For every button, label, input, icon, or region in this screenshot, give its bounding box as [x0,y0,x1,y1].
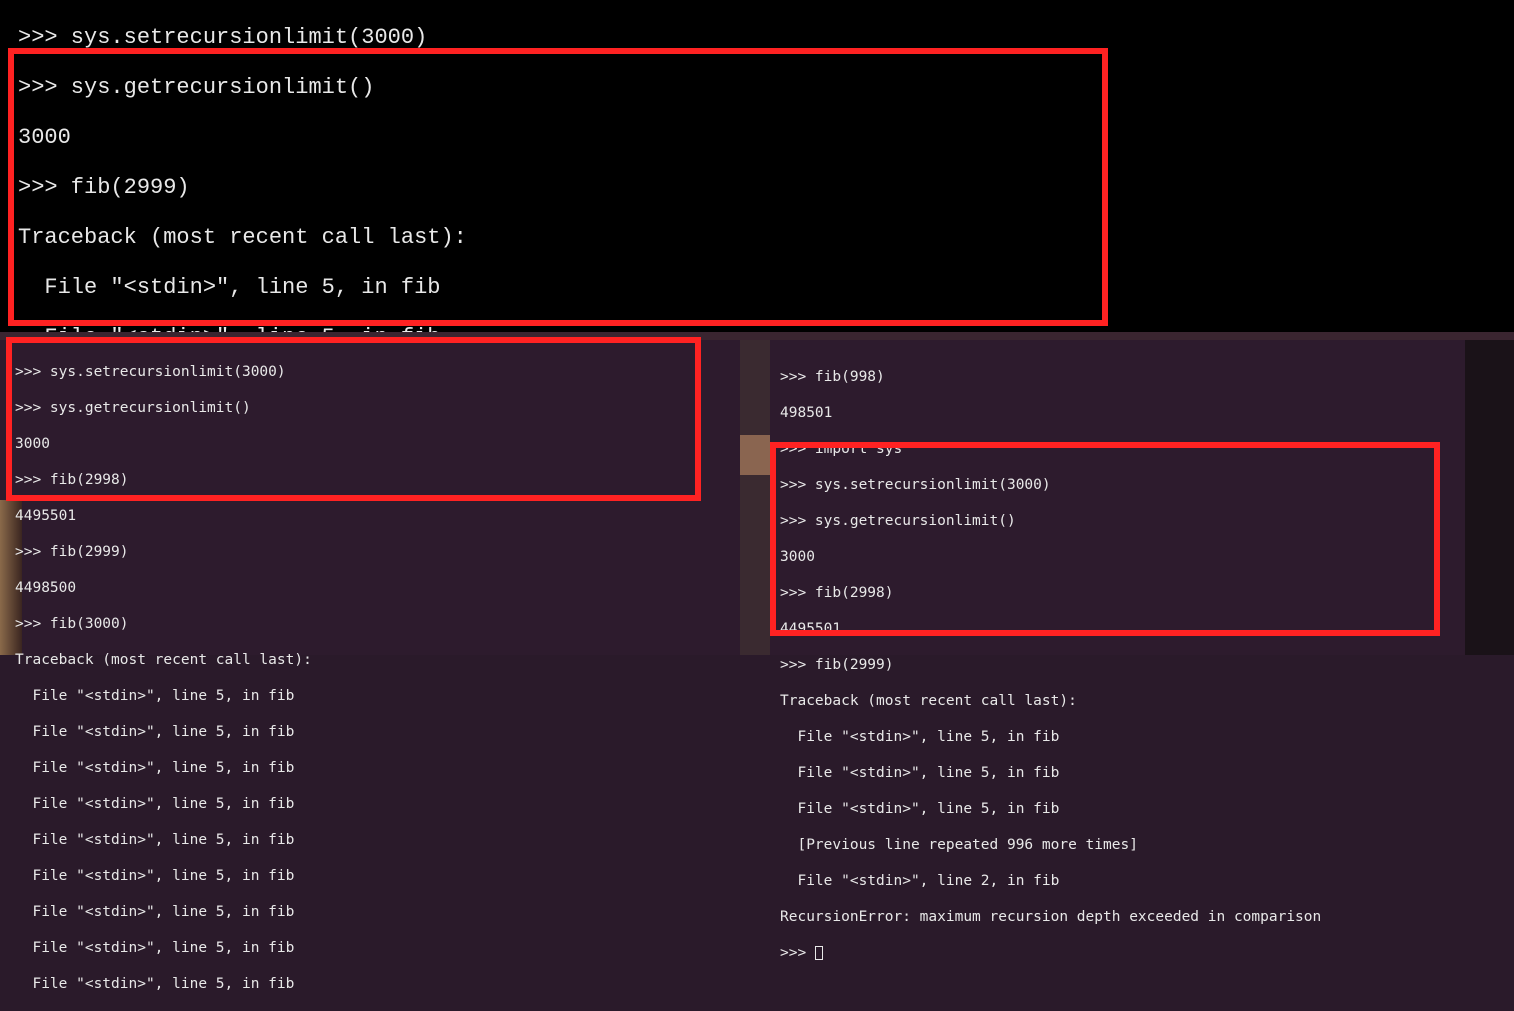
repl-line: >>> sys.setrecursionlimit(3000) [780,476,1480,494]
repl-output: 4495501 [15,507,735,525]
repl-line: >>> fib(2998) [780,584,1480,602]
repl-line: >>> sys.getrecursionlimit() [780,512,1480,530]
repl-output: 4495501 [780,620,1480,638]
error-line: RecursionError: maximum recursion depth … [780,908,1480,926]
repl-line: >>> sys.setrecursionlimit(3000) [15,363,735,381]
traceback-line: File "<stdin>", line 5, in fib [15,939,735,957]
separator [0,332,1514,340]
repl-line: >>> sys.getrecursionlimit() [18,75,1496,100]
traceback-line: [Previous line repeated 996 more times] [780,836,1480,854]
bottom-right-terminal[interactable]: >>> fib(998) 498501 >>> import sys >>> s… [780,350,1480,980]
traceback-line: File "<stdin>", line 5, in fib [15,975,735,993]
repl-line: >>> import sys [780,440,1480,458]
traceback-line: File "<stdin>", line 5, in fib [15,903,735,921]
traceback-header: Traceback (most recent call last): [18,225,1496,250]
repl-line: >>> fib(2998) [15,471,735,489]
traceback-line: File "<stdin>", line 5, in fib [780,728,1480,746]
repl-output: 3000 [15,435,735,453]
repl-line: >>> sys.setrecursionlimit(3000) [18,25,1496,50]
top-terminal[interactable]: >>> sys.setrecursionlimit(3000) >>> sys.… [0,0,1514,332]
repl-output: 4498500 [15,579,735,597]
traceback-header: Traceback (most recent call last): [780,692,1480,710]
traceback-line: File "<stdin>", line 5, in fib [15,759,735,777]
traceback-line: File "<stdin>", line 5, in fib [18,275,1496,300]
repl-line: >>> sys.getrecursionlimit() [15,399,735,417]
traceback-line: File "<stdin>", line 5, in fib [15,867,735,885]
repl-line: >>> fib(2999) [780,656,1480,674]
repl-line: >>> fib(2999) [18,175,1496,200]
traceback-line: File "<stdin>", line 5, in fib [780,800,1480,818]
traceback-line: File "<stdin>", line 5, in fib [15,723,735,741]
traceback-header: Traceback (most recent call last): [15,651,735,669]
repl-line: >>> fib(998) [780,368,1480,386]
cursor-icon [815,946,823,960]
repl-output: 3000 [780,548,1480,566]
repl-output: 498501 [780,404,1480,422]
traceback-line: File "<stdin>", line 2, in fib [780,872,1480,890]
repl-line: >>> fib(2999) [15,543,735,561]
traceback-line: File "<stdin>", line 5, in fib [15,795,735,813]
traceback-line: File "<stdin>", line 5, in fib [15,687,735,705]
traceback-line: File "<stdin>", line 5, in fib [15,831,735,849]
bottom-left-terminal[interactable]: >>> sys.setrecursionlimit(3000) >>> sys.… [15,345,735,1011]
repl-prompt[interactable]: >>> [780,944,1480,962]
repl-line: >>> fib(3000) [15,615,735,633]
traceback-line: File "<stdin>", line 5, in fib [780,764,1480,782]
mid-gap-decor [740,340,770,655]
repl-output: 3000 [18,125,1496,150]
